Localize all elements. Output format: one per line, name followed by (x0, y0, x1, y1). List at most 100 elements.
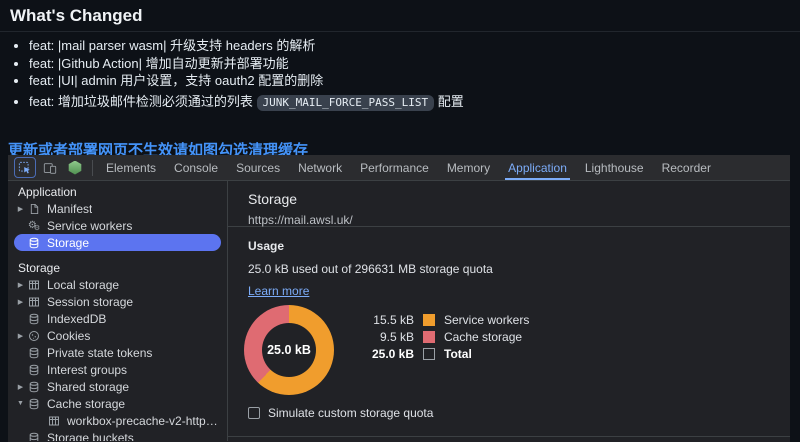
sidebar-item-service-workers[interactable]: ⚙ ⚙ Service workers (14, 217, 221, 234)
database-icon (27, 346, 41, 359)
database-icon (27, 236, 41, 249)
simulate-quota-checkbox[interactable] (248, 407, 260, 419)
changes-list: feat: |mail parser wasm| 升级支持 headers 的解… (12, 37, 464, 113)
sidebar-item-interest-groups[interactable]: Interest groups (14, 361, 221, 378)
chevron-right-icon[interactable]: ▶ (14, 281, 27, 289)
title-divider (0, 31, 800, 32)
change-item: feat: |UI| admin 用户设置，支持 oauth2 配置的删除 (29, 72, 464, 90)
tab-elements[interactable]: Elements (97, 155, 165, 180)
storage-panel-title: Storage (248, 191, 298, 207)
sidebar-item-label: Local storage (47, 277, 120, 292)
sidebar-item-cookies[interactable]: ▶ Cookies (14, 327, 221, 344)
sidebar-item-label: Interest groups (47, 362, 128, 377)
database-icon (27, 312, 41, 325)
sidebar-item-label: Shared storage (47, 379, 130, 394)
sidebar-item-label: Cache storage (47, 396, 126, 411)
sidebar-item-label: workbox-precache-v2-https://mai… (67, 413, 221, 428)
legend-label: Service workers (444, 312, 530, 327)
devtools-sidebar: Application ▶ Manifest ⚙ ⚙ Service workers Sto… (8, 181, 228, 441)
simulate-quota-label: Simulate custom storage quota (268, 406, 434, 420)
chevron-down-icon[interactable]: ▼ (14, 400, 27, 407)
gears-icon: ⚙ ⚙ (27, 219, 41, 232)
chevron-right-icon[interactable]: ▶ (14, 205, 27, 213)
learn-more-link[interactable]: Learn more (248, 284, 309, 298)
inspect-element-icon[interactable] (14, 157, 36, 178)
table-icon (27, 295, 41, 308)
sidebar-item-manifest[interactable]: ▶ Manifest (14, 200, 221, 217)
tab-network[interactable]: Network (289, 155, 351, 180)
sidebar-item-cache-storage[interactable]: ▼ Cache storage (14, 395, 221, 412)
legend-row-total: 25.0 kB Total (362, 345, 529, 362)
database-icon (27, 397, 41, 410)
sidebar-item-label: Service workers (47, 218, 133, 233)
sidebar-item-session-storage[interactable]: ▶ Session storage (14, 293, 221, 310)
storage-usage-donut-chart: 25.0 kB (244, 305, 334, 395)
sidebar-item-storage[interactable]: Storage (14, 234, 221, 251)
devtools-tabs: Elements Console Sources Network Performance… (97, 155, 720, 180)
file-icon (27, 202, 41, 215)
storage-panel-header: Storage https://mail.awsl.uk/ (228, 181, 790, 227)
legend-swatch (423, 313, 435, 326)
usage-chart-row: 25.0 kB 15.5 kB Service workers 9.5 kB Cach… (244, 305, 790, 395)
sidebar-item-workbox-precache-v2-https-mai[interactable]: workbox-precache-v2-https://mai… (14, 412, 221, 429)
table-icon (27, 278, 41, 291)
change-item: feat: |Github Action| 增加自动更新并部署功能 (29, 55, 464, 73)
usage-legend: 15.5 kB Service workers 9.5 kB Cache storag… (362, 305, 529, 395)
usage-text: 25.0 kB used out of 296631 MB storage qu… (248, 262, 493, 276)
page-title: What's Changed (10, 6, 143, 25)
chevron-right-icon[interactable]: ▶ (14, 383, 27, 391)
change-item: feat: |mail parser wasm| 升级支持 headers 的解… (29, 37, 464, 55)
storage-panel: Storage https://mail.awsl.uk/ Usage 25.0… (228, 181, 790, 441)
legend-label: Cache storage (444, 329, 523, 344)
legend-value: 25.0 kB (371, 346, 414, 361)
sidebar-item-label: Storage buckets (47, 430, 134, 442)
cookie-icon (27, 329, 41, 342)
database-icon (27, 363, 41, 376)
database-icon (27, 380, 41, 393)
sidebar-item-label: Cookies (47, 328, 91, 343)
tab-performance[interactable]: Performance (351, 155, 438, 180)
usage-title: Usage (248, 239, 285, 253)
sidebar-section-application: Application (18, 185, 77, 199)
legend-row-cache-storage: 9.5 kB Cache storage (362, 328, 529, 345)
green-hexagon (68, 160, 82, 175)
sidebar-item-private-state-tokens[interactable]: Private state tokens (14, 344, 221, 361)
legend-value: 9.5 kB (379, 329, 414, 344)
tab-memory[interactable]: Memory (438, 155, 499, 180)
chevron-right-icon[interactable]: ▶ (14, 332, 27, 340)
storage-origin: https://mail.awsl.uk/ (248, 213, 353, 227)
change-item: feat: 增加垃圾邮件检测必须通过的列表 JUNK_MAIL_FORCE_PA… (29, 92, 464, 113)
database-icon (27, 431, 41, 441)
sidebar-item-local-storage[interactable]: ▶ Local storage (14, 276, 221, 293)
sidebar-item-shared-storage[interactable]: ▶ Shared storage (14, 378, 221, 395)
sidebar-item-indexeddb[interactable]: IndexedDB (14, 310, 221, 327)
sidebar-item-label: Manifest (47, 201, 93, 216)
sidebar-item-label: Private state tokens (47, 345, 153, 360)
device-toolbar-icon[interactable] (40, 158, 60, 177)
sidebar-item-label: IndexedDB (47, 311, 107, 326)
legend-value: 15.5 kB (373, 312, 414, 327)
table-icon (47, 414, 61, 427)
sidebar-item-label: Storage (47, 235, 90, 250)
devtools-toolbar: Elements Console Sources Network Performance… (8, 155, 790, 181)
legend-swatch (423, 330, 435, 343)
tab-sources[interactable]: Sources (227, 155, 289, 180)
tab-lighthouse[interactable]: Lighthouse (576, 155, 653, 180)
devtools-screenshot: Elements Console Sources Network Performance… (8, 155, 790, 442)
sidebar-section-storage: Storage (18, 261, 61, 275)
simulate-quota-row: Simulate custom storage quota (248, 406, 790, 420)
devtools-body: Application ▶ Manifest ⚙ ⚙ Service workers Sto… (8, 181, 790, 441)
tab-recorder[interactable]: Recorder (653, 155, 720, 180)
tab-application[interactable]: Application (499, 155, 576, 180)
extension-hexagon-icon[interactable] (65, 158, 85, 177)
sidebar-item-label: Session storage (47, 294, 134, 309)
legend-row-service-workers: 15.5 kB Service workers (362, 311, 529, 328)
toolbar-divider (92, 159, 93, 176)
code-chip: JUNK_MAIL_FORCE_PASS_LIST (256, 94, 435, 111)
sidebar-item-storage-buckets[interactable]: Storage buckets (14, 429, 221, 441)
chevron-right-icon[interactable]: ▶ (14, 298, 27, 306)
legend-swatch (423, 347, 435, 360)
usage-section: Usage 25.0 kB used out of 296631 MB stor… (228, 227, 790, 420)
tab-console[interactable]: Console (165, 155, 227, 180)
donut-center-label: 25.0 kB (267, 343, 311, 357)
